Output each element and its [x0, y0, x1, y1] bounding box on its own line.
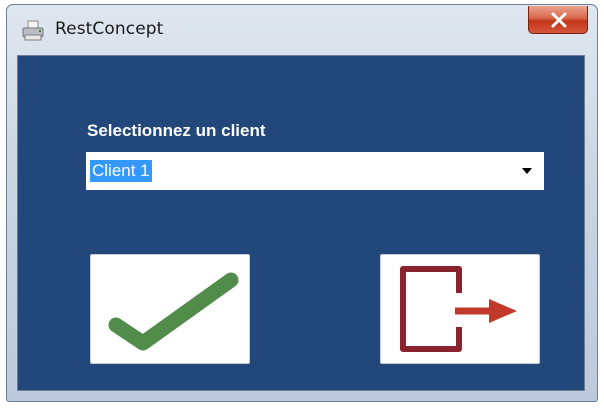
title-bar[interactable]: RestConcept [7, 5, 597, 49]
app-window: RestConcept Selectionnez un client Clien… [6, 4, 598, 402]
client-select-label: Selectionnez un client [87, 121, 266, 140]
close-button[interactable] [528, 6, 588, 34]
close-icon [551, 12, 567, 28]
client-dropdown[interactable]: Client 1 [86, 152, 544, 190]
exit-button[interactable] [380, 254, 540, 364]
printer-icon [21, 20, 45, 42]
exit-door-icon [400, 266, 517, 352]
checkmark-icon [108, 272, 239, 351]
dropdown-arrow-icon [522, 168, 532, 174]
client-dropdown-value: Client 1 [90, 160, 152, 182]
client-area: Selectionnez un client Client 1 [17, 55, 585, 391]
window-title: RestConcept [55, 19, 164, 39]
confirm-button[interactable] [90, 254, 250, 364]
